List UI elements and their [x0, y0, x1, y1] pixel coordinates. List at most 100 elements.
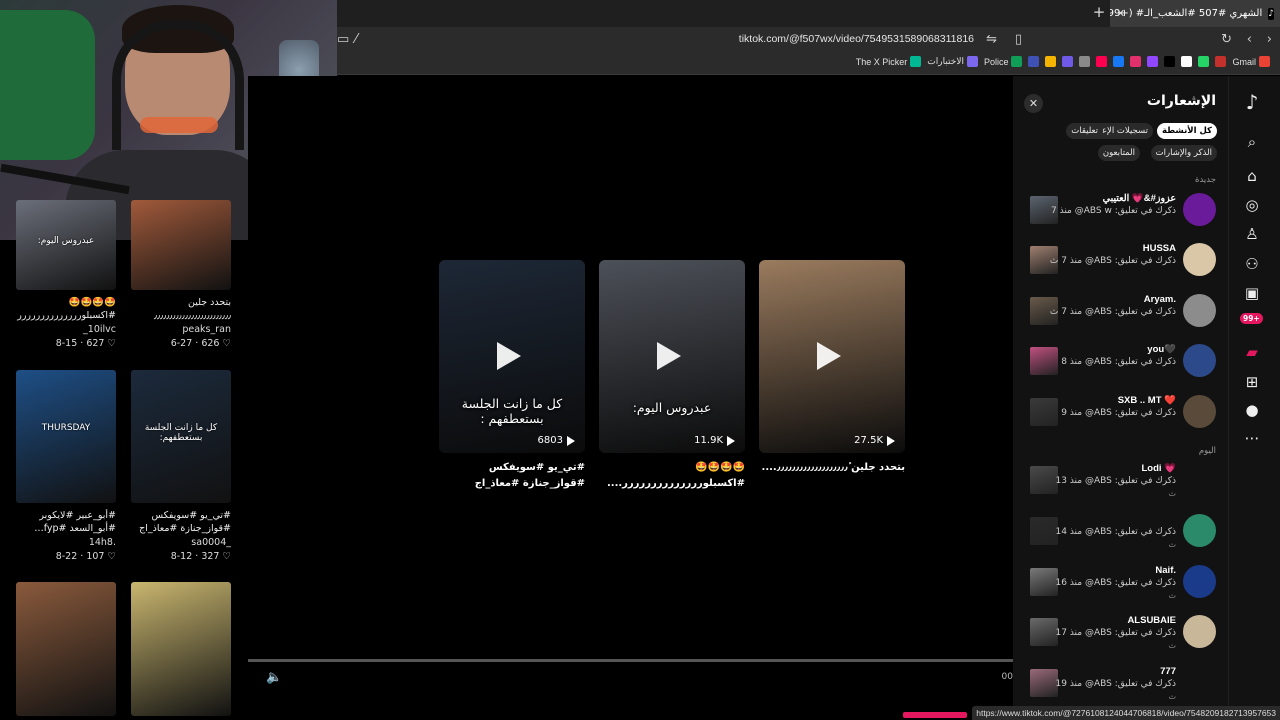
avatar[interactable] — [1183, 565, 1216, 598]
notification-video-thumb[interactable] — [1030, 347, 1058, 375]
profile-icon[interactable]: ● — [1242, 400, 1262, 420]
bookmark-item[interactable]: The X Picker — [856, 56, 922, 67]
translate-icon[interactable]: ⁄ — [355, 32, 357, 47]
avatar[interactable] — [1183, 395, 1216, 428]
bookmark-favicon-icon — [910, 56, 922, 67]
notification-video-thumb[interactable] — [1030, 618, 1058, 646]
notification-user-name[interactable]: Naif. — [1155, 565, 1176, 576]
notification-item[interactable]: SXB .. MT ❤️ ذكرك في تعليق: ABS@ منذ 9 — [1013, 395, 1228, 443]
tiktok-logo-icon[interactable]: ♪ — [1242, 92, 1262, 112]
bookmark-item[interactable] — [1096, 56, 1108, 67]
filter-chip[interactable]: المتابعون — [1097, 145, 1140, 161]
avatar[interactable] — [1183, 514, 1216, 547]
notification-item[interactable]: you🖤 ذكرك في تعليق: ABS@ منذ 8 — [1013, 344, 1228, 392]
friends-icon[interactable]: ⚇ — [1242, 254, 1262, 274]
bookmark-item[interactable] — [1164, 56, 1176, 67]
notification-item[interactable]: Lodi 💗 ذكرك في تعليق: ABS@ منذ 13 ث — [1013, 463, 1228, 511]
notification-item[interactable]: Naif. ذكرك في تعليق: ABS@ منذ 16 ث — [1013, 565, 1228, 613]
notification-item[interactable]: عزوز#&💗 العتيبي ذكرك في تعليق: ABS w@ منذ… — [1013, 193, 1228, 241]
bookmark-item[interactable] — [1130, 56, 1142, 67]
explore-icon[interactable]: ◎ — [1242, 195, 1262, 215]
play-icon[interactable] — [497, 342, 521, 370]
related-video-card[interactable]: كل ما زانت الجلسة بستعطفهم : 6803 — [439, 260, 585, 453]
sidebar-toggle-icon[interactable]: ▭ — [337, 32, 349, 47]
related-video-card[interactable]: 27.5K — [759, 260, 905, 453]
back-icon[interactable]: ‹ — [1247, 32, 1252, 47]
heart-icon: ♡ — [104, 551, 116, 562]
notification-video-thumb[interactable] — [1030, 517, 1058, 545]
bookmark-item[interactable] — [1198, 56, 1210, 67]
play-icon[interactable] — [657, 342, 681, 370]
url-field[interactable]: tiktok.com/@f507wx/video/754953158906831… — [739, 33, 974, 45]
profile-video-thumb[interactable] — [131, 200, 231, 290]
bookmark-item[interactable] — [1028, 56, 1040, 67]
tab-close-icon[interactable]: ✕ — [1116, 7, 1125, 20]
profile-video-thumb[interactable] — [16, 582, 116, 716]
live-icon[interactable]: ▣ — [1242, 283, 1262, 303]
upload-icon[interactable]: ⊞ — [1242, 372, 1262, 392]
volume-icon[interactable]: 🔈 — [266, 670, 282, 685]
notification-user-name[interactable]: 777 — [1160, 666, 1176, 677]
bookmark-item[interactable] — [1147, 56, 1159, 67]
site-settings-icon[interactable]: ⇋ — [986, 32, 997, 47]
notification-item[interactable]: ALSUBAIE ذكرك في تعليق: ABS@ منذ 17 ث — [1013, 615, 1228, 663]
bookmark-icon[interactable]: ▯ — [1015, 32, 1022, 47]
browser-tab-active[interactable]: ✕ (99+) #الشهري #507 #الشعب_الـ ♪ — [1110, 0, 1280, 27]
more-icon[interactable]: ⋯ — [1242, 428, 1262, 448]
new-tab-button[interactable]: + — [1088, 3, 1110, 23]
profile-video-thumb[interactable]: كل ما زانت الجلسة بستعطفهم: — [131, 370, 231, 503]
avatar[interactable] — [1183, 243, 1216, 276]
notification-user-name[interactable]: Lodi 💗 — [1141, 463, 1176, 474]
notification-text: ذكرك في تعليق: ABS w@ منذ 7 — [1051, 206, 1176, 216]
filter-chip[interactable]: تعليقات — [1066, 123, 1103, 139]
bookmark-item[interactable]: Gmail — [1232, 56, 1270, 67]
bookmark-item[interactable] — [1113, 56, 1125, 67]
forward-icon[interactable]: › — [1267, 32, 1272, 47]
notification-item[interactable]: Aryam. ذكرك في تعليق: ABS@ منذ 7 ث — [1013, 294, 1228, 342]
filter-chip[interactable]: كل الأنشطة — [1156, 123, 1217, 139]
notification-item[interactable]: ذكرك في تعليق: ABS@ منذ 14 ث — [1013, 514, 1228, 562]
avatar[interactable] — [1183, 615, 1216, 648]
notification-user-name[interactable]: SXB .. MT ❤️ — [1118, 395, 1176, 406]
bookmark-item[interactable] — [1215, 56, 1227, 67]
profile-video-thumb[interactable] — [131, 582, 231, 716]
close-icon[interactable]: ✕ — [1024, 94, 1043, 113]
play-icon[interactable] — [817, 342, 841, 370]
notification-video-thumb[interactable] — [1030, 568, 1058, 596]
profile-video-thumb[interactable]: عبدروس اليوم: — [16, 200, 116, 290]
flag-decoration — [0, 10, 95, 160]
avatar[interactable] — [1183, 193, 1216, 226]
avatar[interactable] — [1183, 344, 1216, 377]
messages-icon[interactable]: ▰ — [1242, 342, 1262, 362]
bookmark-item[interactable] — [1181, 56, 1193, 67]
notification-video-thumb[interactable] — [1030, 669, 1058, 697]
profile-video-thumb[interactable]: THURSDAY — [16, 370, 116, 503]
home-icon[interactable]: ⌂ — [1242, 166, 1262, 186]
notification-item[interactable]: HUSSA ذكرك في تعليق: ABS@ منذ 7 ث — [1013, 243, 1228, 291]
bookmark-item[interactable] — [1079, 56, 1091, 67]
notification-video-thumb[interactable] — [1030, 466, 1058, 494]
notification-user-name[interactable]: you🖤 — [1147, 344, 1176, 355]
bookmark-item[interactable]: الاختبارات — [927, 56, 978, 67]
notification-user-name[interactable]: Aryam. — [1144, 294, 1176, 305]
notification-message: ذكرك في تعليق: ABS w@ — [1074, 206, 1176, 216]
avatar[interactable] — [1183, 294, 1216, 327]
notification-time: منذ 16 — [1055, 578, 1085, 588]
like-count: 107 — [86, 551, 105, 562]
notification-text: ذكرك في تعليق: ABS@ منذ 7 ث — [1050, 256, 1176, 266]
search-icon[interactable]: ⌕ — [1242, 132, 1262, 152]
notification-user-name[interactable]: ALSUBAIE — [1127, 615, 1176, 626]
bookmark-item[interactable] — [1062, 56, 1074, 67]
bookmark-item[interactable]: Police — [984, 56, 1023, 67]
profile-video-grid: عبدروس اليوم: 🤩🤩🤩🤩 #اكسبلورررررررررررررر _… — [0, 200, 248, 720]
following-icon[interactable]: ♙ — [1242, 224, 1262, 244]
bookmark-item[interactable] — [1045, 56, 1057, 67]
notification-video-thumb[interactable] — [1030, 398, 1058, 426]
video-progress-bar[interactable] — [248, 659, 1013, 662]
notification-user-name[interactable]: HUSSA — [1143, 243, 1176, 254]
tab-title: (99+) #الشهري #507 #الشعب_الـ — [1110, 8, 1263, 19]
notification-user-name[interactable]: عزوز#&💗 العتيبي — [1103, 193, 1176, 204]
filter-chip[interactable]: الذكر والإشارات — [1150, 145, 1217, 161]
related-video-card[interactable]: عبدروس اليوم: 11.9K — [599, 260, 745, 453]
reload-icon[interactable]: ↻ — [1221, 32, 1232, 47]
